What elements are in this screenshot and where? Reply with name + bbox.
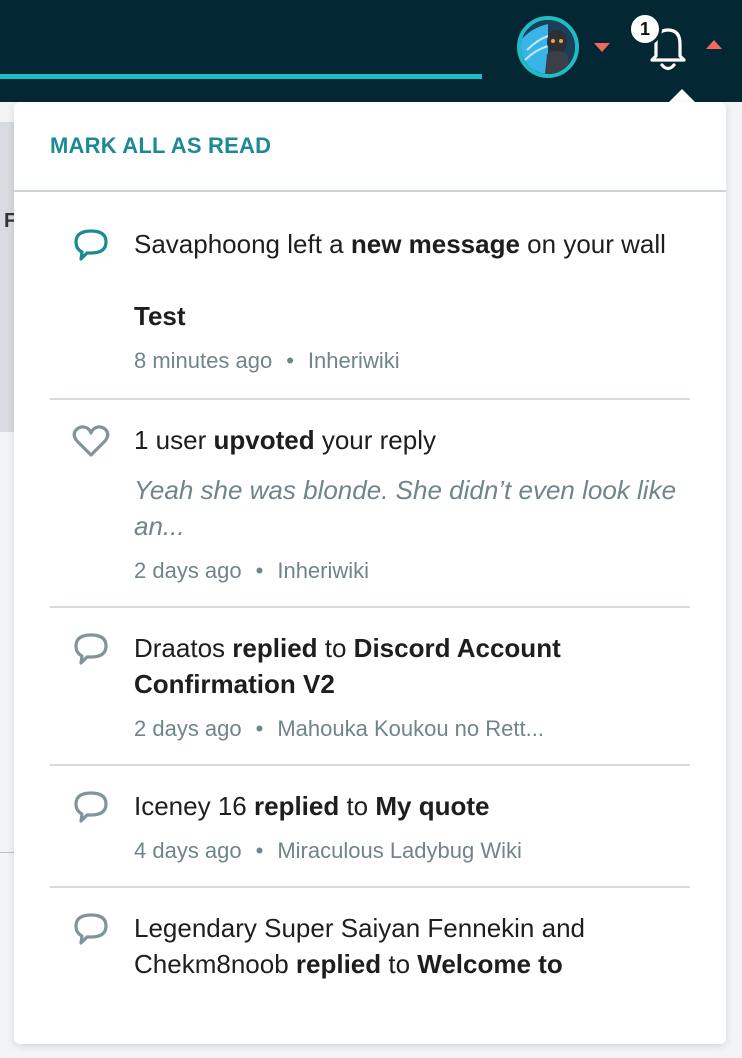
notification-content: Draatos replied to Discord Account Confi… [134,630,690,742]
notifications-dropdown: MARK ALL AS READ Savaphoong left a new m… [14,102,726,1044]
message-icon [74,633,108,665]
notification-wiki[interactable]: Miraculous Ladybug Wiki [277,838,522,863]
notification-action: new message [350,229,520,259]
notification-action: replied [232,633,318,663]
notification-target[interactable]: My quote [375,791,489,821]
notification-text-part: your reply [314,425,436,455]
notification-text: Iceney 16 replied to My quote [134,788,680,824]
notification-content: Savaphoong left a new message on your wa… [134,226,690,374]
notification-text-part: to [317,633,354,663]
notification-content: Legendary Super Saiyan Fennekin and Chek… [134,910,690,982]
notification-time: 2 days ago [134,716,242,741]
notification-text-part: on your wall [519,229,666,259]
notification-actor: Savaphoong [134,229,281,259]
notification-action: replied [253,791,340,821]
top-navigation-bar: 1 [0,0,742,102]
notification-time: 4 days ago [134,838,242,863]
notification-item[interactable]: Draatos replied to Discord Account Confi… [50,608,690,766]
message-icon [74,913,108,945]
message-icon [74,229,108,261]
dropdown-pointer [668,89,696,103]
notification-text: Savaphoong left a new message on your wa… [134,226,680,262]
background-divider [0,852,14,853]
notification-text-part [206,425,213,455]
notification-title: Test [134,301,186,331]
notification-text-part [289,949,296,979]
notification-wiki[interactable]: Mahouka Koukou no Rett... [277,716,544,741]
background-sidebar-strip [0,122,14,432]
notification-time: 2 days ago [134,558,242,583]
meta-separator: • [255,716,264,741]
user-avatar[interactable] [517,16,579,78]
notification-target[interactable]: Welcome to [417,949,562,979]
notification-text-part: to [381,949,418,979]
notification-action: upvoted [213,425,315,455]
notification-meta: 2 days ago • Inheriwiki [134,558,680,584]
notification-list: Savaphoong left a new message on your wa… [14,192,726,1004]
notification-actor: Draatos [134,633,226,663]
heart-icon [72,425,110,457]
meta-separator: • [286,348,294,373]
meta-separator: • [255,558,264,583]
search-bar-underline[interactable] [0,74,482,79]
notification-snippet: Yeah she was blonde. She didn’t even loo… [134,475,677,541]
notification-meta: 8 minutes ago • Inheriwiki [134,348,680,374]
notification-item[interactable]: 1 user upvoted your reply Yeah she was bl… [50,400,690,608]
notification-meta: 2 days ago • Mahouka Koukou no Rett... [134,716,680,742]
notification-count-badge: 1 [628,12,662,46]
notification-text-part [247,791,254,821]
notification-content: 1 user upvoted your reply Yeah she was bl… [134,422,690,584]
message-icon [74,791,108,823]
notification-item[interactable]: Savaphoong left a new message on your wa… [50,192,690,400]
meta-separator: • [255,838,264,863]
notification-action: replied [295,949,382,979]
notification-wiki[interactable]: Inheriwiki [308,348,400,373]
notification-text-part: left a [280,229,351,259]
notifications-dropdown-caret[interactable] [706,40,722,49]
notification-time: 8 minutes ago [134,348,273,373]
notification-actor: 1 user [134,425,207,455]
notification-text-part: to [339,791,376,821]
notification-content: Iceney 16 replied to My quote 4 days ago •… [134,788,690,864]
mark-all-as-read-button[interactable]: MARK ALL AS READ [50,133,271,159]
notification-text: 1 user upvoted your reply [134,422,680,458]
notifications-header: MARK ALL AS READ [14,102,726,192]
notification-text: Draatos replied to Discord Account Confi… [134,630,680,702]
notification-actor: Iceney 16 [134,791,247,821]
notification-item[interactable]: Iceney 16 replied to My quote 4 days ago •… [50,766,690,888]
notification-wiki[interactable]: Inheriwiki [277,558,369,583]
notification-text: Legendary Super Saiyan Fennekin and Chek… [134,910,680,982]
notification-item[interactable]: Legendary Super Saiyan Fennekin and Chek… [50,888,690,1004]
notification-meta: 4 days ago • Miraculous Ladybug Wiki [134,838,680,864]
avatar-dropdown-caret[interactable] [594,43,610,52]
